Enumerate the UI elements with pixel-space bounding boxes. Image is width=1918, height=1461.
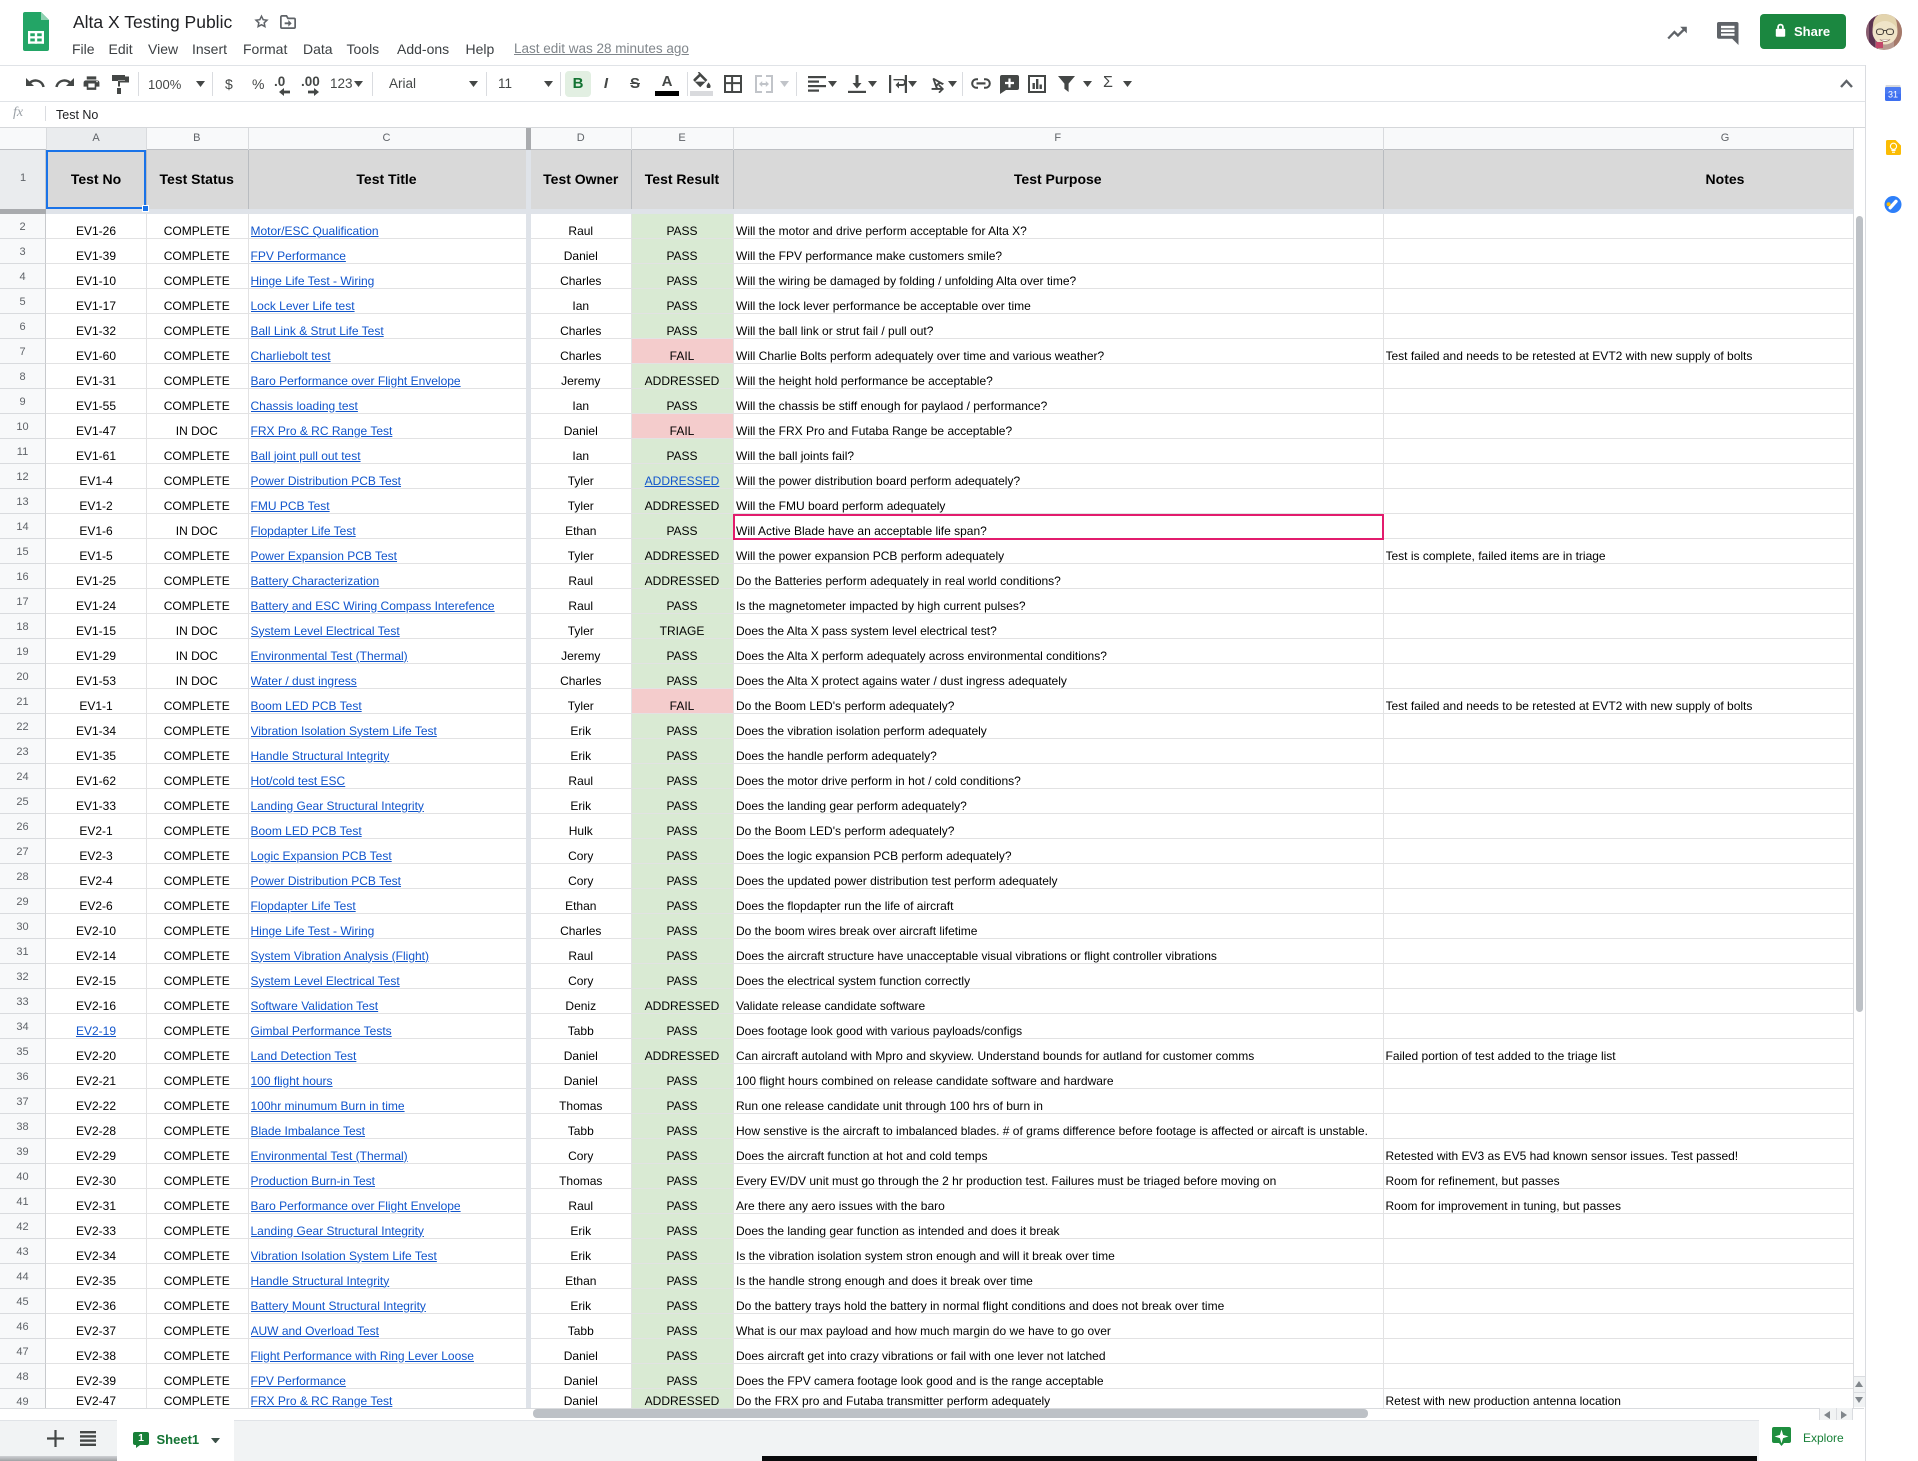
svg-text:31: 31 [1888, 90, 1898, 100]
